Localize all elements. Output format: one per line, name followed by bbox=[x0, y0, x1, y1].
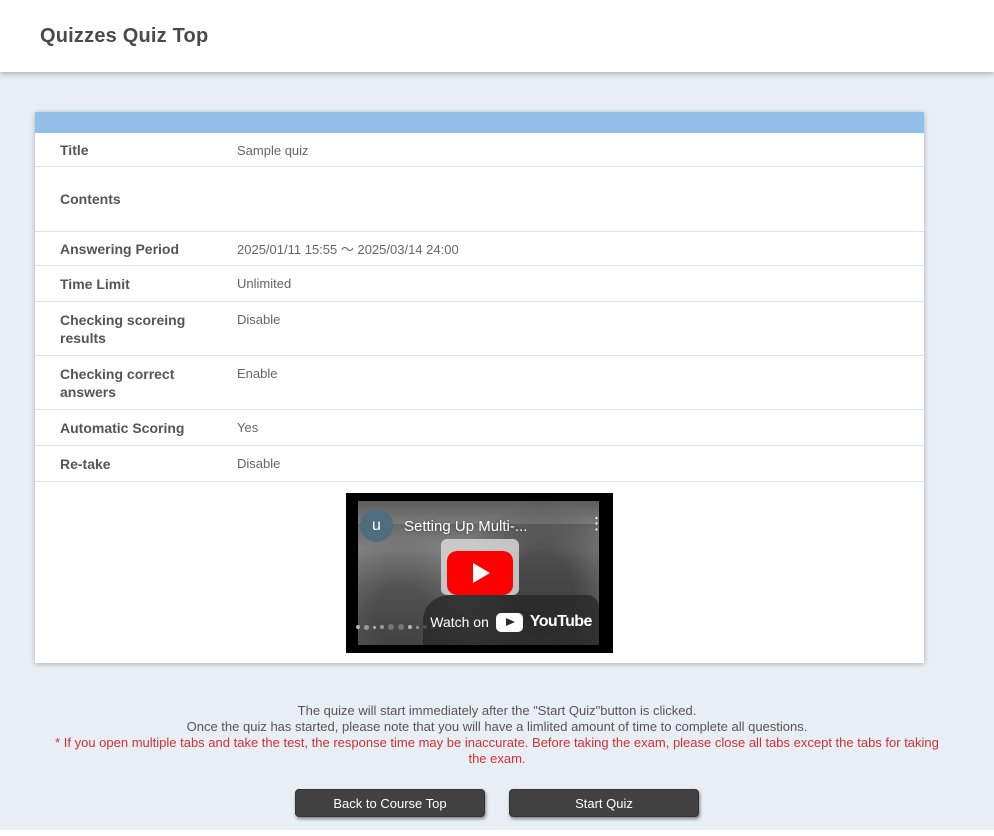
quiz-info-card: Title Sample quiz Contents Answering Per… bbox=[35, 112, 924, 663]
quiz-info-row-checking-scoring: Checking scoreing results Disable bbox=[35, 302, 924, 356]
watch-on-youtube-link[interactable]: Watch on YouTube bbox=[423, 595, 599, 645]
channel-avatar[interactable]: u bbox=[360, 509, 393, 542]
footer-strip bbox=[0, 830, 994, 836]
youtube-logo-icon bbox=[496, 613, 523, 632]
quiz-info-row-title: Title Sample quiz bbox=[35, 133, 924, 167]
card-accent-bar bbox=[35, 112, 924, 133]
row-value: 2025/01/11 15:55 ～ 2025/03/14 24:00 bbox=[237, 232, 924, 265]
row-label: Title bbox=[35, 133, 237, 166]
quiz-info-row-automatic-scoring: Automatic Scoring Yes bbox=[35, 410, 924, 446]
row-value: Disable bbox=[237, 446, 924, 481]
video-row: u Setting Up Multi-... ⋮ Watch on YouTub… bbox=[35, 482, 924, 663]
quiz-info-row-retake: Re-take Disable bbox=[35, 446, 924, 482]
more-options-icon[interactable]: ⋮ bbox=[588, 515, 605, 532]
row-label: Checking correct answers bbox=[35, 356, 237, 409]
play-icon bbox=[473, 563, 490, 583]
quiz-info-row-checking-answers: Checking correct answers Enable bbox=[35, 356, 924, 410]
row-value: Enable bbox=[237, 356, 924, 409]
row-value bbox=[237, 167, 924, 231]
quiz-info-row-time-limit: Time Limit Unlimited bbox=[35, 266, 924, 302]
video-title-link[interactable]: Setting Up Multi-... bbox=[404, 518, 579, 535]
row-value: Yes bbox=[237, 410, 924, 445]
action-buttons: Back to Course Top Start Quiz bbox=[0, 789, 994, 817]
start-quiz-button[interactable]: Start Quiz bbox=[509, 789, 699, 817]
back-to-course-top-button[interactable]: Back to Course Top bbox=[295, 789, 485, 817]
notes-section: The quize will start immediately after t… bbox=[0, 703, 994, 767]
warning-text: * If you open multiple tabs and take the… bbox=[55, 735, 939, 767]
quiz-info-row-answering-period: Answering Period 2025/01/11 15:55 ～ 2025… bbox=[35, 232, 924, 266]
row-value: Disable bbox=[237, 302, 924, 355]
row-label: Automatic Scoring bbox=[35, 410, 237, 445]
page-title: Quizzes Quiz Top bbox=[40, 25, 208, 48]
page-header: Quizzes Quiz Top bbox=[0, 0, 994, 72]
note-line-2: Once the quiz has started, please note t… bbox=[0, 719, 994, 735]
row-label: Answering Period bbox=[35, 232, 237, 265]
row-label: Time Limit bbox=[35, 266, 237, 301]
youtube-brand-text: YouTube bbox=[530, 613, 592, 631]
row-label: Checking scoreing results bbox=[35, 302, 237, 355]
play-button[interactable] bbox=[447, 551, 513, 595]
youtube-embed[interactable]: u Setting Up Multi-... ⋮ Watch on YouTub… bbox=[346, 493, 613, 653]
row-value: Sample quiz bbox=[237, 133, 924, 166]
note-line-1: The quize will start immediately after t… bbox=[0, 703, 994, 719]
row-value: Unlimited bbox=[237, 266, 924, 301]
watch-on-label: Watch on bbox=[430, 614, 489, 630]
quiz-info-row-contents: Contents bbox=[35, 167, 924, 232]
row-label: Re-take bbox=[35, 446, 237, 481]
row-label: Contents bbox=[35, 167, 237, 231]
